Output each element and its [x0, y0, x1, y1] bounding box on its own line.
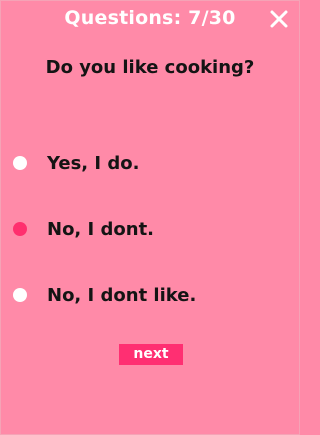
- answer-option-3[interactable]: No, I dont like.: [13, 281, 196, 309]
- answer-label: No, I dont.: [47, 218, 155, 240]
- next-button[interactable]: next: [119, 344, 183, 365]
- answer-option-1[interactable]: Yes, I do.: [13, 149, 139, 177]
- radio-button[interactable]: [13, 156, 27, 170]
- radio-button[interactable]: [13, 288, 27, 302]
- question-text: Do you like cooking?: [45, 57, 255, 78]
- close-button[interactable]: [269, 9, 289, 29]
- quiz-screen: Questions: 7/30 Do you like cooking? Yes…: [0, 0, 300, 435]
- answer-option-2[interactable]: No, I dont.: [13, 215, 154, 243]
- radio-button[interactable]: [13, 222, 27, 236]
- answer-label: Yes, I do.: [47, 152, 140, 174]
- answer-label: No, I dont like.: [47, 284, 197, 306]
- close-icon: [269, 9, 289, 29]
- page-title: Questions: 7/30: [64, 7, 236, 29]
